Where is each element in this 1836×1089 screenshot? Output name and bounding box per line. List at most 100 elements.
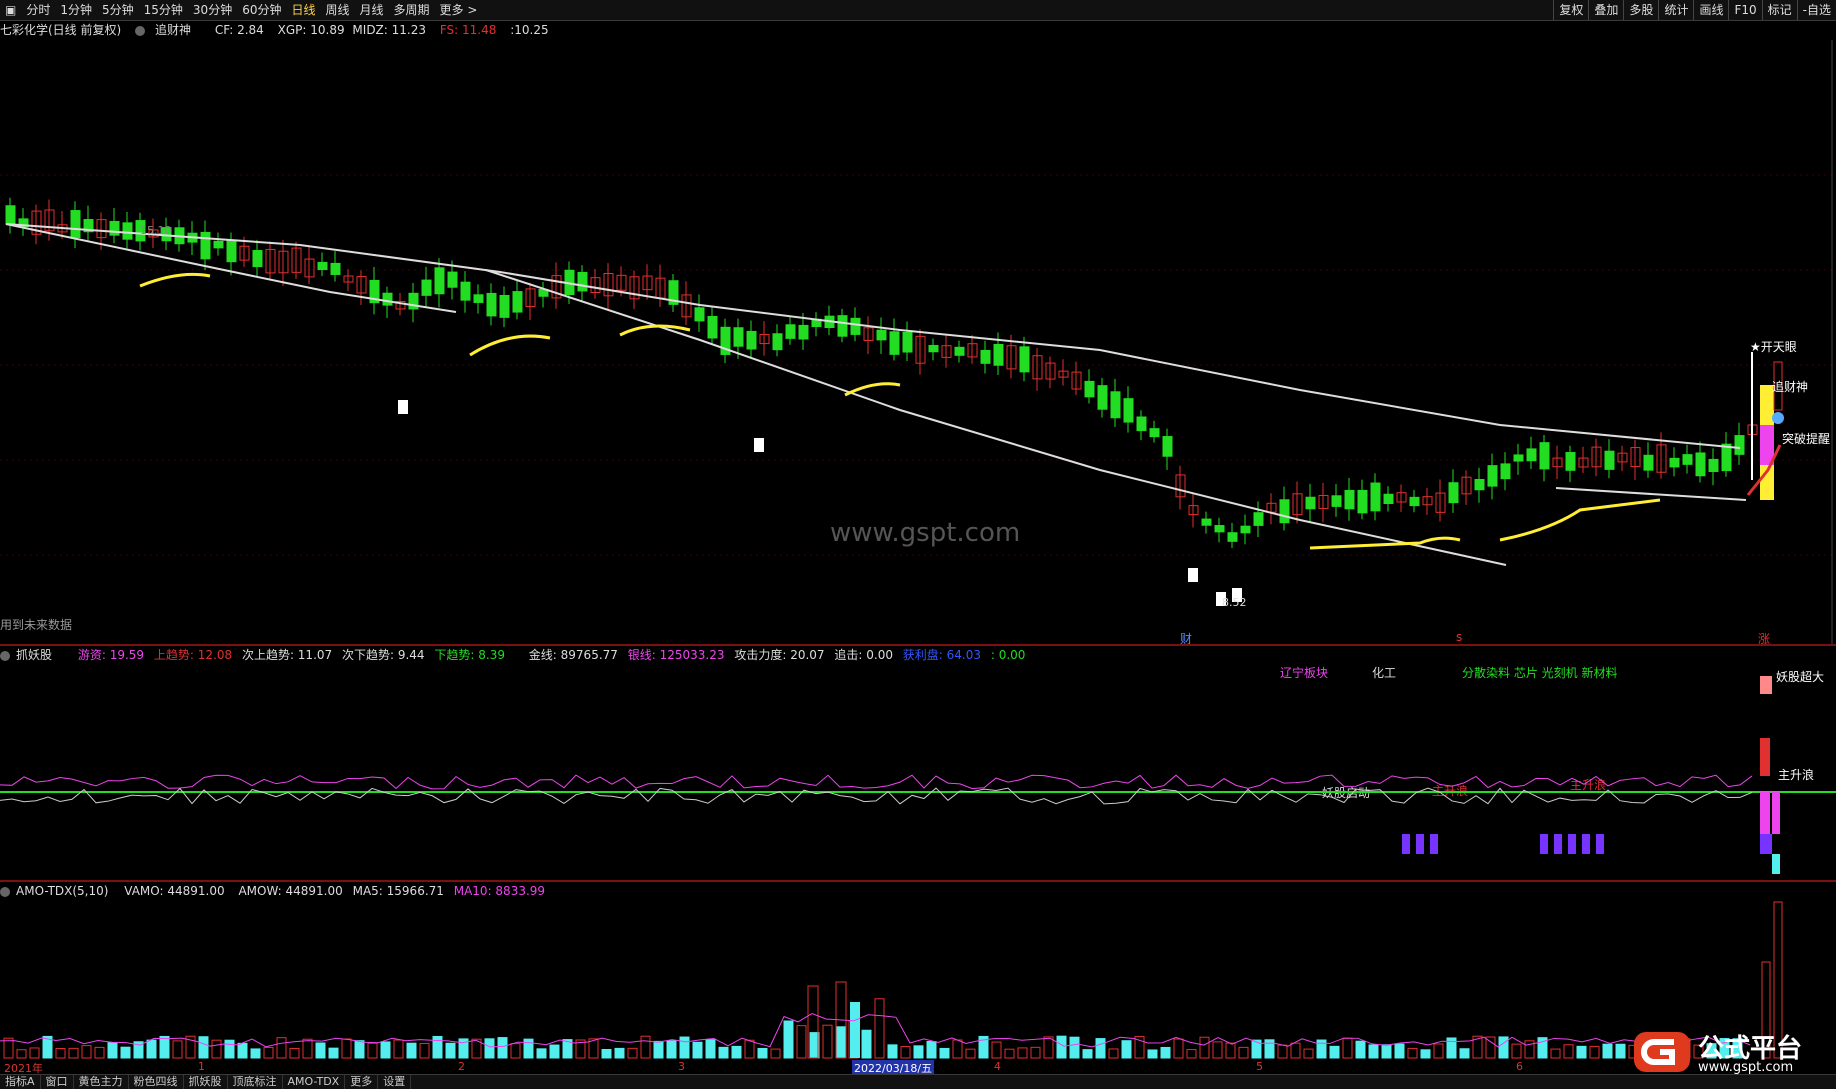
volume-bar <box>1459 1048 1470 1059</box>
period-tab-60m[interactable]: 60分钟 <box>237 0 286 20</box>
yellow-curve <box>469 334 551 357</box>
multi-stock-button[interactable]: 多股 <box>1623 0 1658 20</box>
tab-settings[interactable]: 设置 <box>378 1075 412 1089</box>
candle-body <box>1539 442 1550 470</box>
overlay-button[interactable]: 叠加 <box>1588 0 1623 20</box>
tab-indicator-a[interactable]: 指标A <box>0 1075 41 1089</box>
candlestick-chart[interactable] <box>0 40 1836 644</box>
tab-pink-four[interactable]: 粉色四线 <box>129 1075 184 1089</box>
candle-body <box>928 344 939 353</box>
period-tab-5m[interactable]: 5分钟 <box>97 0 139 20</box>
candle-body <box>1084 380 1095 398</box>
settings-dot-icon <box>135 25 146 36</box>
candle-body <box>213 240 224 249</box>
volume-chart[interactable] <box>0 882 1836 1060</box>
volume-bar <box>393 1039 404 1059</box>
tab-amo-tdx[interactable]: AMO-TDX <box>283 1075 346 1089</box>
candle-body <box>1253 512 1264 526</box>
mark-button[interactable]: 标记 <box>1761 0 1797 20</box>
tab-zhuayaogu[interactable]: 抓妖股 <box>184 1075 228 1089</box>
volume-bar <box>211 1039 222 1059</box>
volume-bar <box>1342 1037 1353 1059</box>
purple-signal-bar <box>1596 834 1604 854</box>
volume-bar <box>1576 1045 1587 1059</box>
period-tab-1m[interactable]: 1分钟 <box>55 0 97 20</box>
indicator-tabs: 指标A 窗口 黄色主力 粉色四线 抓妖股 顶底标注 AMO-TDX 更多 设置 <box>0 1074 1836 1089</box>
candle-body <box>1123 398 1134 423</box>
watchlist-button[interactable]: -自选 <box>1796 0 1836 20</box>
candle-body <box>1383 493 1394 505</box>
low-price-label: 8.52 <box>1222 596 1247 609</box>
volume-bar <box>1082 1049 1093 1059</box>
volume-bar <box>952 1039 963 1059</box>
candle-body <box>447 271 458 288</box>
volume-bar <box>757 1047 768 1059</box>
volume-bar <box>640 1035 651 1059</box>
candle-body <box>694 307 705 322</box>
period-tab-daily[interactable]: 日线 <box>286 0 320 20</box>
ind1-magenta-line <box>0 774 1753 790</box>
f10-button[interactable]: F10 <box>1728 0 1761 20</box>
candle-body <box>1565 452 1576 471</box>
tab-yellow-main[interactable]: 黄色主力 <box>74 1075 129 1089</box>
volume-bar <box>328 1047 339 1059</box>
cyan-spike <box>1772 854 1780 874</box>
yellow-curve <box>139 272 211 288</box>
restore-rights-button[interactable]: 复权 <box>1553 0 1588 20</box>
draw-line-button[interactable]: 画线 <box>1693 0 1728 20</box>
candle-body <box>785 324 796 339</box>
volume-bar <box>835 1026 846 1059</box>
purple-signal-bar <box>1430 834 1438 854</box>
candle-body <box>460 281 471 301</box>
xgp-value: XGP: 10.89 <box>277 23 345 37</box>
period-toolbar: ▣ 分时 1分钟 5分钟 15分钟 30分钟 60分钟 日线 周线 月线 多周期… <box>0 0 1836 21</box>
volume-bar <box>965 1048 976 1059</box>
volume-bar <box>276 1037 287 1059</box>
volume-bar <box>16 1049 27 1059</box>
volume-bar <box>1485 1036 1496 1059</box>
period-tab-15m[interactable]: 15分钟 <box>139 0 188 20</box>
candle-body <box>577 271 588 292</box>
tab-more[interactable]: 更多 <box>345 1075 379 1089</box>
volume-bar <box>354 1040 365 1059</box>
tab-top-bottom[interactable]: 顶底标注 <box>228 1075 283 1089</box>
volume-bar <box>1199 1036 1210 1059</box>
volume-bar <box>367 1042 378 1059</box>
candle-body <box>1721 443 1732 472</box>
candle-body <box>1643 454 1654 471</box>
candle-body <box>902 331 913 353</box>
period-tab-weekly[interactable]: 周线 <box>321 0 355 20</box>
candle-body <box>1097 385 1108 410</box>
tupo-label: 突破提醒 <box>1782 432 1831 446</box>
volume-bar <box>692 1041 703 1059</box>
period-tab-tick[interactable]: 分时 <box>21 0 55 20</box>
period-tab-30m[interactable]: 30分钟 <box>188 0 237 20</box>
magenta-spike <box>1772 792 1780 834</box>
candle-body <box>1136 416 1147 432</box>
candle-body <box>876 329 887 341</box>
indicator-chip[interactable]: 追财神 <box>135 23 201 37</box>
candle-body <box>1669 457 1680 468</box>
period-tab-multi[interactable]: 多周期 <box>389 0 435 20</box>
red-spike <box>1760 738 1770 776</box>
yaogu-indicator-chart[interactable] <box>0 646 1836 880</box>
candle-body <box>1500 463 1511 480</box>
volume-bar <box>796 1025 807 1059</box>
volume-bar <box>900 1046 911 1059</box>
volume-bar <box>237 1042 248 1059</box>
volume-bar <box>887 1044 898 1059</box>
candle-body <box>850 317 861 335</box>
volume-bar <box>1277 1044 1288 1059</box>
period-tab-more[interactable]: 更多 > <box>435 0 483 20</box>
menu-icon[interactable]: ▣ <box>0 0 21 20</box>
volume-bar <box>1381 1044 1392 1059</box>
tab-window[interactable]: 窗口 <box>41 1075 74 1089</box>
statistics-button[interactable]: 统计 <box>1658 0 1693 20</box>
volume-bar <box>536 1048 547 1059</box>
volume-bar <box>497 1037 508 1059</box>
volume-bar <box>653 1040 664 1059</box>
candle-body <box>1240 525 1251 534</box>
purple-signal-bar <box>1416 834 1424 854</box>
period-tab-monthly[interactable]: 月线 <box>355 0 389 20</box>
logo-url: www.gspt.com <box>1698 1060 1794 1075</box>
